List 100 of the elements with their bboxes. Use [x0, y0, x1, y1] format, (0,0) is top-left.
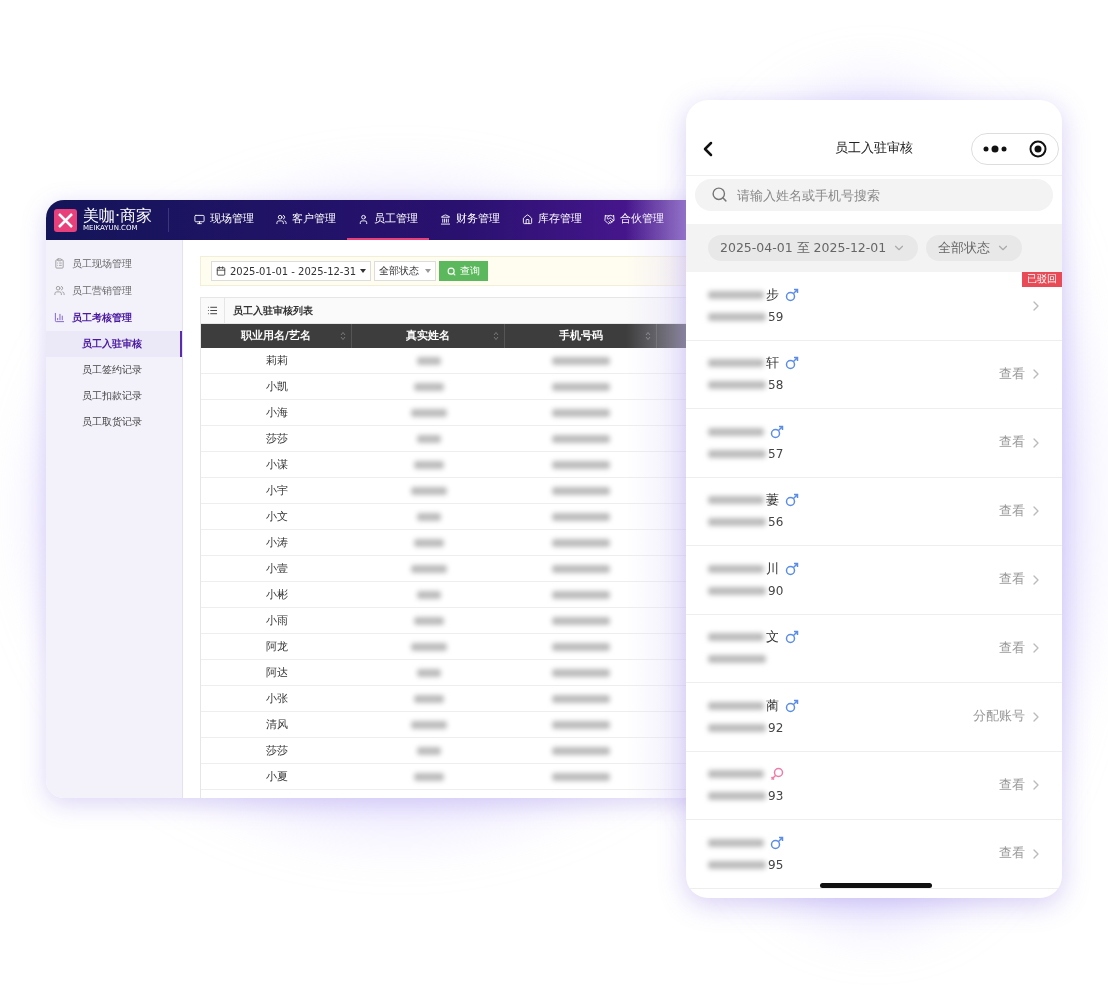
blurred-text [552, 720, 610, 729]
list-icon [207, 305, 218, 316]
logo-icon [54, 208, 77, 232]
more-icon [983, 145, 1007, 153]
blurred-text [708, 770, 764, 779]
blurred-text [552, 772, 610, 781]
column-header[interactable]: 手机号码 [505, 324, 657, 348]
list-item[interactable]: 步 59 已驳回 [686, 272, 1062, 341]
blurred-text [410, 720, 447, 729]
phone-text: 90 [768, 583, 784, 598]
sidebar-subitem[interactable]: 员工取货记录 [46, 409, 182, 435]
list-item[interactable]: 川 90 查看 [686, 546, 1062, 615]
column-header[interactable]: 职业用名/艺名 [201, 324, 352, 348]
monitor-icon [194, 213, 206, 225]
blurred-text [413, 772, 444, 781]
sidebar-item[interactable]: 员工现场管理 [46, 250, 182, 277]
phone-text: 58 [768, 378, 784, 393]
blurred-text [708, 449, 766, 458]
nav-tab[interactable]: 员工管理 [347, 200, 430, 240]
nav-tab[interactable]: 合伙管理 [593, 200, 676, 240]
table-cell: 小海 [201, 400, 352, 426]
calendar-icon [216, 266, 226, 276]
blurred-text [416, 434, 441, 443]
blurred-text [552, 408, 610, 417]
filter-dropdown[interactable]: 2025-04-01 至 2025-12-01 [708, 235, 919, 261]
name-text: 步 [766, 285, 779, 304]
blurred-text [708, 633, 764, 642]
bar-chart-icon [54, 312, 65, 323]
blurred-text [416, 746, 441, 755]
blurred-text [552, 668, 610, 677]
table-cell: 小涛 [201, 530, 352, 556]
blurred-text [552, 512, 610, 521]
list-item[interactable]: 萋 56 查看 [686, 477, 1062, 546]
table-cell: 阿达 [201, 660, 352, 686]
blurred-text [708, 860, 766, 869]
list-item[interactable]: 蔺 92 分配账号 [686, 683, 1062, 752]
house-icon [522, 213, 534, 225]
status-badge: 已驳回 [1022, 272, 1062, 287]
blurred-text [708, 586, 766, 595]
list-item[interactable]: 57 查看 [686, 409, 1062, 478]
blurred-text [413, 382, 444, 391]
brand-name: 美咖·商家 [83, 208, 153, 224]
table-cell: 小张 [201, 686, 352, 712]
table-cell: 小宇 [201, 478, 352, 504]
column-header[interactable]: 真实姓名 [352, 324, 505, 348]
blurred-text [552, 486, 610, 495]
phone-text: 93 [768, 789, 784, 804]
search-icon [447, 266, 457, 276]
blurred-text [416, 356, 441, 365]
blurred-text [708, 655, 766, 664]
nav-tab[interactable]: 现场管理 [183, 200, 266, 240]
table-cell: 莎莎 [201, 426, 352, 452]
date-range-select[interactable]: 2025-01-01 - 2025-12-31 [211, 261, 372, 281]
sidebar-subitem[interactable]: 员工入驻审核 [46, 331, 182, 357]
phone-text: 57 [768, 446, 784, 461]
sidebar-subitem[interactable]: 员工签约记录 [46, 357, 182, 383]
table-cell: 莉莉 [201, 348, 352, 374]
blurred-text [552, 538, 610, 547]
sidebar-subitem[interactable]: 员工扣款记录 [46, 383, 182, 409]
bank-icon [440, 213, 452, 225]
name-text: 轩 [766, 354, 779, 373]
search-field[interactable]: 请输入姓名或手机号搜索 [695, 179, 1053, 211]
blurred-text [708, 312, 766, 321]
blurred-text [413, 694, 444, 703]
phone-text: 56 [768, 515, 784, 530]
nav-tab[interactable]: 库存管理 [511, 200, 594, 240]
sidebar-item[interactable]: 员工营销管理 [46, 277, 182, 304]
name-text: 川 [766, 559, 779, 578]
phone-text: 59 [768, 309, 784, 324]
caret-icon [360, 269, 367, 273]
filter-dropdown[interactable]: 全部状态 [926, 235, 1023, 261]
name-text: 蔺 [766, 696, 779, 715]
table-cell: 小夏 [201, 764, 352, 790]
blurred-text [552, 590, 610, 599]
blurred-text [708, 792, 766, 801]
list-item[interactable]: 93 查看 [686, 751, 1062, 820]
sidebar-item[interactable]: 员工考核管理 [46, 304, 182, 331]
blurred-text [552, 356, 610, 365]
blurred-text [413, 460, 444, 469]
users-icon [276, 213, 288, 225]
table-cell: 小彬 [201, 582, 352, 608]
table-cell: 莎莎 [201, 738, 352, 764]
clipboard-icon [54, 258, 65, 269]
table-cell: 小壹 [201, 556, 352, 582]
nav-tab[interactable]: 财务管理 [429, 200, 512, 240]
list-item[interactable]: 文 查看 [686, 614, 1062, 683]
search-icon [711, 186, 728, 203]
list-item[interactable]: 轩 58 查看 [686, 340, 1062, 409]
blurred-text [708, 723, 766, 732]
users-icon [54, 285, 65, 296]
blurred-text [552, 564, 610, 573]
name-text: 文 [766, 628, 779, 647]
status-select[interactable]: 全部状态 [374, 261, 437, 281]
blurred-text [552, 434, 610, 443]
blurred-text [708, 359, 764, 368]
nav-tab[interactable]: 客户管理 [265, 200, 348, 240]
sort-icon [340, 331, 346, 341]
blurred-text [708, 290, 764, 299]
blurred-text [410, 486, 447, 495]
blurred-text [552, 616, 610, 625]
